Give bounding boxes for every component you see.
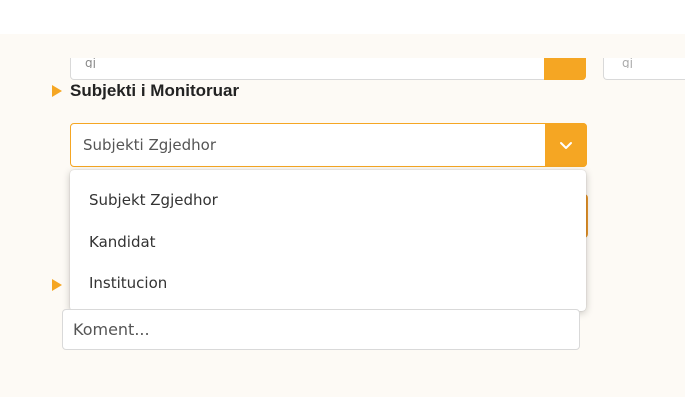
triangle-right-icon	[52, 85, 62, 97]
subject-select-value: Subjekti Zgjedhor	[83, 136, 217, 154]
side-clipped-field[interactable]: gj	[603, 58, 685, 80]
clipped-select-value: gj	[85, 58, 96, 68]
clipped-select-field[interactable]: gj	[70, 58, 586, 80]
clipped-select-button[interactable]	[544, 58, 586, 80]
subject-select[interactable]: Subjekti Zgjedhor	[70, 123, 587, 167]
side-clipped-value: gj	[622, 58, 633, 68]
triangle-right-icon	[52, 279, 62, 291]
subject-select-toggle[interactable]	[545, 123, 587, 167]
dropdown-option-kandidat[interactable]: Kandidat	[89, 231, 156, 253]
section-title: Subjekti i Monitoruar	[70, 81, 240, 100]
top-white-strip	[0, 0, 685, 34]
chevron-down-icon	[560, 141, 572, 149]
comment-input[interactable]	[62, 309, 580, 350]
dropdown-option-institucion[interactable]: Institucion	[89, 272, 167, 294]
subject-dropdown-menu: Subjekt Zgjedhor Kandidat Institucion	[70, 170, 586, 311]
section-heading: Subjekti i Monitoruar	[52, 80, 239, 102]
dropdown-option-subjekt-zgjedhor[interactable]: Subjekt Zgjedhor	[89, 189, 218, 211]
